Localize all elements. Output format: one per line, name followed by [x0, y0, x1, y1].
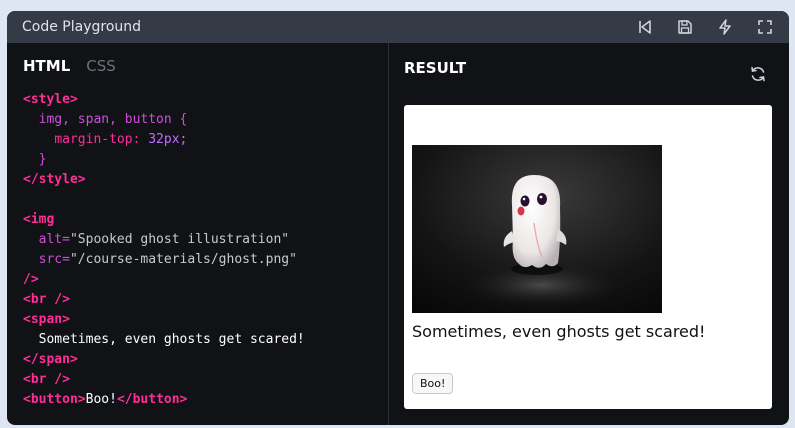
boo-button[interactable]: Boo! [412, 373, 454, 394]
code-editor[interactable]: HTML CSS <style> img, span, button { mar… [7, 43, 389, 425]
editor-tabs: HTML CSS [23, 57, 388, 75]
code-line: <style> [23, 92, 78, 107]
code-line: <br /> [23, 292, 70, 307]
titlebar: Code Playground [7, 11, 789, 43]
code-token: src= [38, 252, 70, 267]
refresh-icon[interactable] [749, 65, 767, 83]
tab-css[interactable]: CSS [86, 57, 116, 75]
code-line: /> [23, 272, 39, 287]
code-line: </style> [23, 172, 86, 187]
playground-panes: HTML CSS <style> img, span, button { mar… [7, 43, 789, 425]
code-text[interactable]: <style> img, span, button { margin-top: … [23, 90, 388, 410]
result-pane: RESULT Sometimes, even ghosts get scared… [389, 43, 789, 425]
result-frame: Sometimes, even ghosts get scared! Boo! [404, 105, 772, 409]
fullscreen-icon[interactable] [755, 17, 775, 37]
tab-html[interactable]: HTML [23, 57, 70, 75]
code-line: } [38, 152, 47, 167]
code-line: <img [23, 212, 55, 227]
code-token: alt= [38, 232, 70, 247]
window-title: Code Playground [22, 19, 142, 35]
result-header: RESULT [404, 57, 773, 79]
code-line: img, span, button { [38, 112, 188, 127]
code-token: "/course-materials/ghost.png" [69, 252, 297, 267]
code-line: </span> [23, 352, 78, 367]
toolbar [635, 17, 775, 37]
code-token: <button> [23, 392, 86, 407]
code-token: Boo! [85, 392, 117, 407]
code-line: <span> [23, 312, 70, 327]
lightning-icon[interactable] [715, 17, 735, 37]
save-icon[interactable] [675, 17, 695, 37]
code-token: "Spooked ghost illustration" [69, 232, 290, 247]
code-token: 32px; [148, 132, 188, 147]
ghost-image [412, 145, 662, 313]
result-caption: Sometimes, even ghosts get scared! [412, 322, 706, 341]
code-playground-window: Code Playground HTML CSS <style> img, sp… [7, 11, 789, 425]
code-token: </button> [116, 392, 188, 407]
result-title: RESULT [404, 59, 467, 77]
code-token: margin-top: [54, 132, 141, 147]
code-line: Sometimes, even ghosts get scared! [38, 332, 305, 347]
code-line: <br /> [23, 372, 70, 387]
rewind-icon[interactable] [635, 17, 655, 37]
